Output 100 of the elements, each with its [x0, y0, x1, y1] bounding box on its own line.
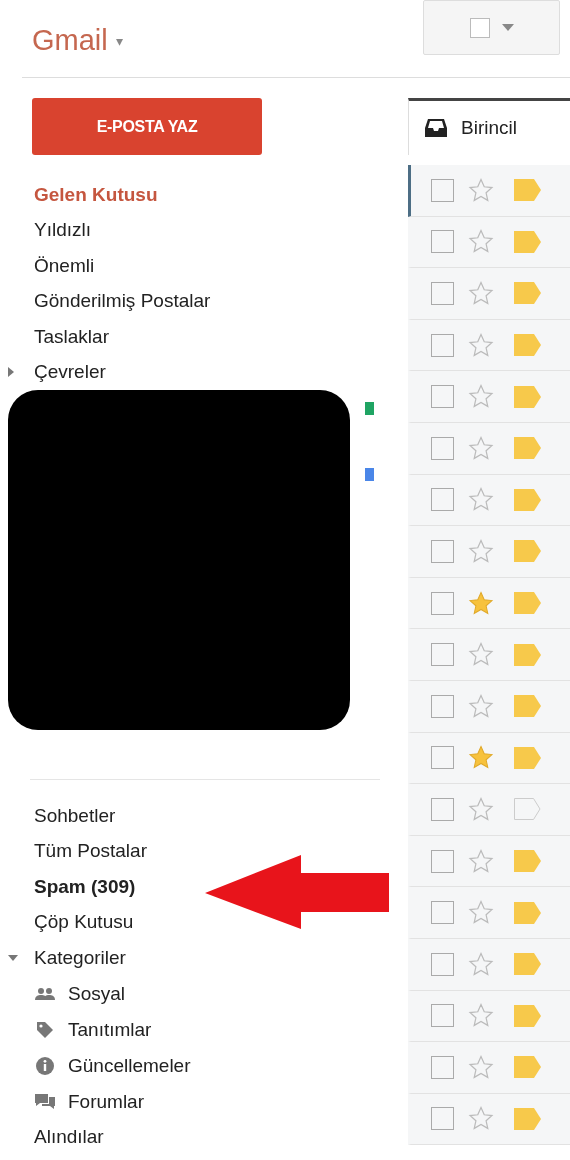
importance-marker-icon[interactable]: [514, 385, 541, 408]
folder-link[interactable]: Yıldızlı: [34, 219, 92, 242]
email-row[interactable]: [408, 784, 570, 836]
importance-marker-icon[interactable]: [514, 179, 541, 202]
folder-link[interactable]: Sohbetler: [34, 804, 116, 827]
star-icon[interactable]: [468, 642, 494, 668]
category-link[interactable]: Forumlar: [68, 1090, 144, 1113]
checkbox[interactable]: [431, 849, 454, 873]
importance-marker-icon[interactable]: [514, 798, 541, 821]
checkbox[interactable]: [431, 1055, 454, 1079]
folder-link[interactable]: Gelen Kutusu: [34, 183, 158, 206]
importance-marker-icon[interactable]: [514, 334, 541, 357]
email-row[interactable]: [408, 680, 570, 733]
checkbox[interactable]: [431, 797, 454, 821]
checkbox[interactable]: [431, 333, 454, 357]
email-row[interactable]: [408, 887, 570, 939]
folder-link[interactable]: Çöp Kutusu: [34, 911, 134, 934]
select-all-button[interactable]: [423, 0, 560, 55]
importance-marker-icon[interactable]: [514, 230, 541, 253]
star-icon[interactable]: [468, 848, 494, 874]
importance-marker-icon[interactable]: [514, 592, 541, 615]
star-icon[interactable]: [468, 1106, 494, 1132]
importance-marker-icon[interactable]: [514, 695, 541, 718]
checkbox[interactable]: [431, 901, 454, 925]
folder-link[interactable]: Gönderilmiş Postalar: [34, 290, 211, 313]
folder-link[interactable]: Alındılar: [34, 1126, 104, 1149]
importance-marker-icon[interactable]: [514, 746, 541, 769]
folder-link[interactable]: Kategoriler: [34, 946, 126, 969]
email-row[interactable]: [408, 938, 570, 991]
checkbox[interactable]: [431, 488, 454, 512]
caret-icon[interactable]: ▾: [115, 32, 123, 49]
email-row[interactable]: [408, 990, 570, 1043]
star-icon[interactable]: [468, 900, 494, 926]
star-icon[interactable]: [468, 177, 494, 203]
importance-marker-icon[interactable]: [514, 488, 541, 511]
category-link[interactable]: Sosyal: [68, 982, 126, 1005]
email-row[interactable]: [408, 268, 570, 320]
checkbox[interactable]: [431, 952, 454, 976]
star-icon[interactable]: [468, 693, 494, 719]
caret-icon[interactable]: [8, 367, 14, 378]
checkbox[interactable]: [431, 643, 454, 667]
email-row[interactable]: [408, 629, 570, 681]
star-icon[interactable]: [468, 951, 494, 977]
star-icon[interactable]: [468, 229, 494, 255]
checkbox[interactable]: [431, 1107, 454, 1131]
compose-button[interactable]: E-POSTA YAZ: [32, 98, 262, 155]
email-row[interactable]: [408, 371, 570, 423]
star-icon[interactable]: [468, 332, 494, 358]
star-icon[interactable]: [468, 1054, 494, 1080]
email-row[interactable]: [408, 216, 570, 269]
email-row[interactable]: [408, 422, 570, 475]
category-link[interactable]: Tanıtımlar: [68, 1018, 152, 1041]
star-icon[interactable]: [468, 590, 494, 616]
importance-marker-icon[interactable]: [514, 437, 541, 460]
importance-marker-icon[interactable]: [514, 850, 541, 872]
gmail-logo[interactable]: Gmail: [32, 24, 108, 57]
caret-icon[interactable]: [8, 954, 18, 961]
checkbox[interactable]: [431, 694, 454, 718]
checkbox[interactable]: [431, 1004, 454, 1028]
checkbox[interactable]: [431, 746, 454, 770]
folder-link[interactable]: Tüm Postalar: [34, 840, 147, 863]
folder-link[interactable]: Spam (309): [34, 875, 136, 898]
importance-marker-icon[interactable]: [514, 1056, 541, 1079]
email-row[interactable]: [408, 319, 570, 372]
category-link[interactable]: Güncellemeler: [68, 1054, 191, 1077]
importance-marker-icon[interactable]: [514, 540, 541, 563]
star-icon[interactable]: [468, 1003, 494, 1029]
primary-tab[interactable]: Birincil: [408, 98, 570, 155]
importance-marker-icon[interactable]: [514, 643, 541, 666]
star-icon[interactable]: [468, 281, 494, 306]
email-row[interactable]: [408, 526, 570, 578]
inbox-icon: [425, 119, 447, 137]
email-row[interactable]: [408, 474, 570, 527]
email-row[interactable]: [408, 732, 570, 785]
email-row[interactable]: [408, 577, 570, 630]
checkbox[interactable]: [431, 539, 454, 563]
email-row[interactable]: [408, 1093, 570, 1146]
email-row[interactable]: [408, 1042, 570, 1094]
star-icon[interactable]: [468, 796, 494, 822]
checkbox[interactable]: [431, 282, 454, 305]
checkbox[interactable]: [431, 591, 454, 615]
email-row[interactable]: [408, 835, 570, 888]
importance-marker-icon[interactable]: [514, 953, 541, 976]
checkbox[interactable]: [431, 178, 454, 202]
star-icon[interactable]: [468, 538, 494, 564]
folder-link[interactable]: Çevreler: [34, 361, 106, 384]
importance-marker-icon[interactable]: [514, 282, 541, 305]
email-row[interactable]: [408, 165, 570, 217]
checkbox[interactable]: [431, 385, 454, 409]
importance-marker-icon[interactable]: [514, 901, 541, 924]
folder-link[interactable]: Taslaklar: [34, 325, 109, 348]
folder-link[interactable]: Önemli: [34, 254, 95, 277]
checkbox[interactable]: [431, 230, 454, 254]
importance-marker-icon[interactable]: [514, 1108, 541, 1130]
checkbox[interactable]: [431, 436, 454, 460]
star-icon[interactable]: [468, 384, 494, 410]
star-icon[interactable]: [468, 487, 494, 513]
star-icon[interactable]: [468, 745, 494, 771]
star-icon[interactable]: [468, 435, 494, 461]
importance-marker-icon[interactable]: [514, 1004, 541, 1027]
